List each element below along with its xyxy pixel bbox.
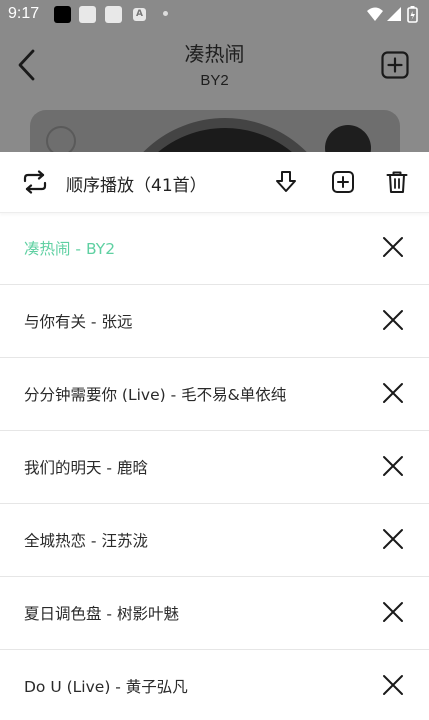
song-list: 凑热闹 - BY2 与你有关 - 张远 分分钟需要你 (Live) - 毛不易&… [0,212,429,720]
song-label: 我们的明天 - 鹿晗 [24,459,148,477]
song-label: 与你有关 - 张远 [24,313,133,331]
plus-square-icon [332,171,354,193]
song-label: 凑热闹 - BY2 [24,240,116,258]
playlist-header: 顺序播放（41首） [0,152,429,213]
battery-icon [407,6,418,23]
remove-song-button[interactable] [381,235,405,259]
song-row[interactable]: 分分钟需要你 (Live) - 毛不易&单依纯 [0,358,429,431]
song-label: 夏日调色盘 - 树影叶魅 [24,605,179,623]
playlist-sheet: 顺序播放（41首） 凑热闹 - BY2 与你有关 - 张远 分分钟需要你 (Li… [0,152,429,720]
player-background[interactable]: 9:17 A 凑热闹 BY2 [0,0,429,160]
remove-song-button[interactable] [381,527,405,551]
clear-playlist-button[interactable] [384,169,410,195]
remove-song-button[interactable] [381,600,405,624]
close-icon [383,310,403,330]
repeat-icon [23,170,47,194]
system-icons [365,5,425,25]
close-icon [383,529,403,549]
status-bar: 9:17 A [0,0,429,30]
play-mode-label[interactable]: 顺序播放（41首） [66,171,207,196]
download-button[interactable] [273,169,299,195]
add-button[interactable] [330,169,356,195]
notification-a-icon: A [133,8,146,21]
song-row[interactable]: 全城热恋 - 汪苏泷 [0,504,429,577]
song-label: Do U (Live) - 黄子弘凡 [24,678,188,696]
screen: 9:17 A 凑热闹 BY2 顺序播放（41首） 凑热闹 - BY2 与你有关 … [0,0,429,720]
close-icon [383,456,403,476]
song-label: 全城热恋 - 汪苏泷 [24,532,148,550]
song-row[interactable]: Do U (Live) - 黄子弘凡 [0,650,429,720]
wifi-icon [367,7,383,21]
notification-dot-icon [163,11,168,16]
signal-icon [387,7,401,21]
song-label: 分分钟需要你 (Live) - 毛不易&单依纯 [24,386,287,404]
song-row[interactable]: 我们的明天 - 鹿晗 [0,431,429,504]
remove-song-button[interactable] [381,308,405,332]
close-icon [383,237,403,257]
song-artist: BY2 [200,72,229,89]
remove-song-button[interactable] [381,381,405,405]
remove-song-button[interactable] [381,673,405,697]
add-to-playlist-button[interactable] [380,50,410,80]
close-icon [383,675,403,695]
play-mode-button[interactable] [22,170,48,194]
song-row[interactable]: 夏日调色盘 - 树影叶魅 [0,577,429,650]
download-icon [276,171,296,192]
status-time: 9:17 [8,5,40,22]
close-icon [383,602,403,622]
song-title: 凑热闹 [184,42,245,66]
notification-icon [105,6,122,23]
plus-square-icon [381,51,409,79]
remove-song-button[interactable] [381,454,405,478]
trash-icon [386,171,408,193]
close-icon [383,383,403,403]
song-row-current[interactable]: 凑热闹 - BY2 [0,212,429,285]
song-row[interactable]: 与你有关 - 张远 [0,285,429,358]
notification-icon [54,6,71,23]
notification-icon [79,6,96,23]
